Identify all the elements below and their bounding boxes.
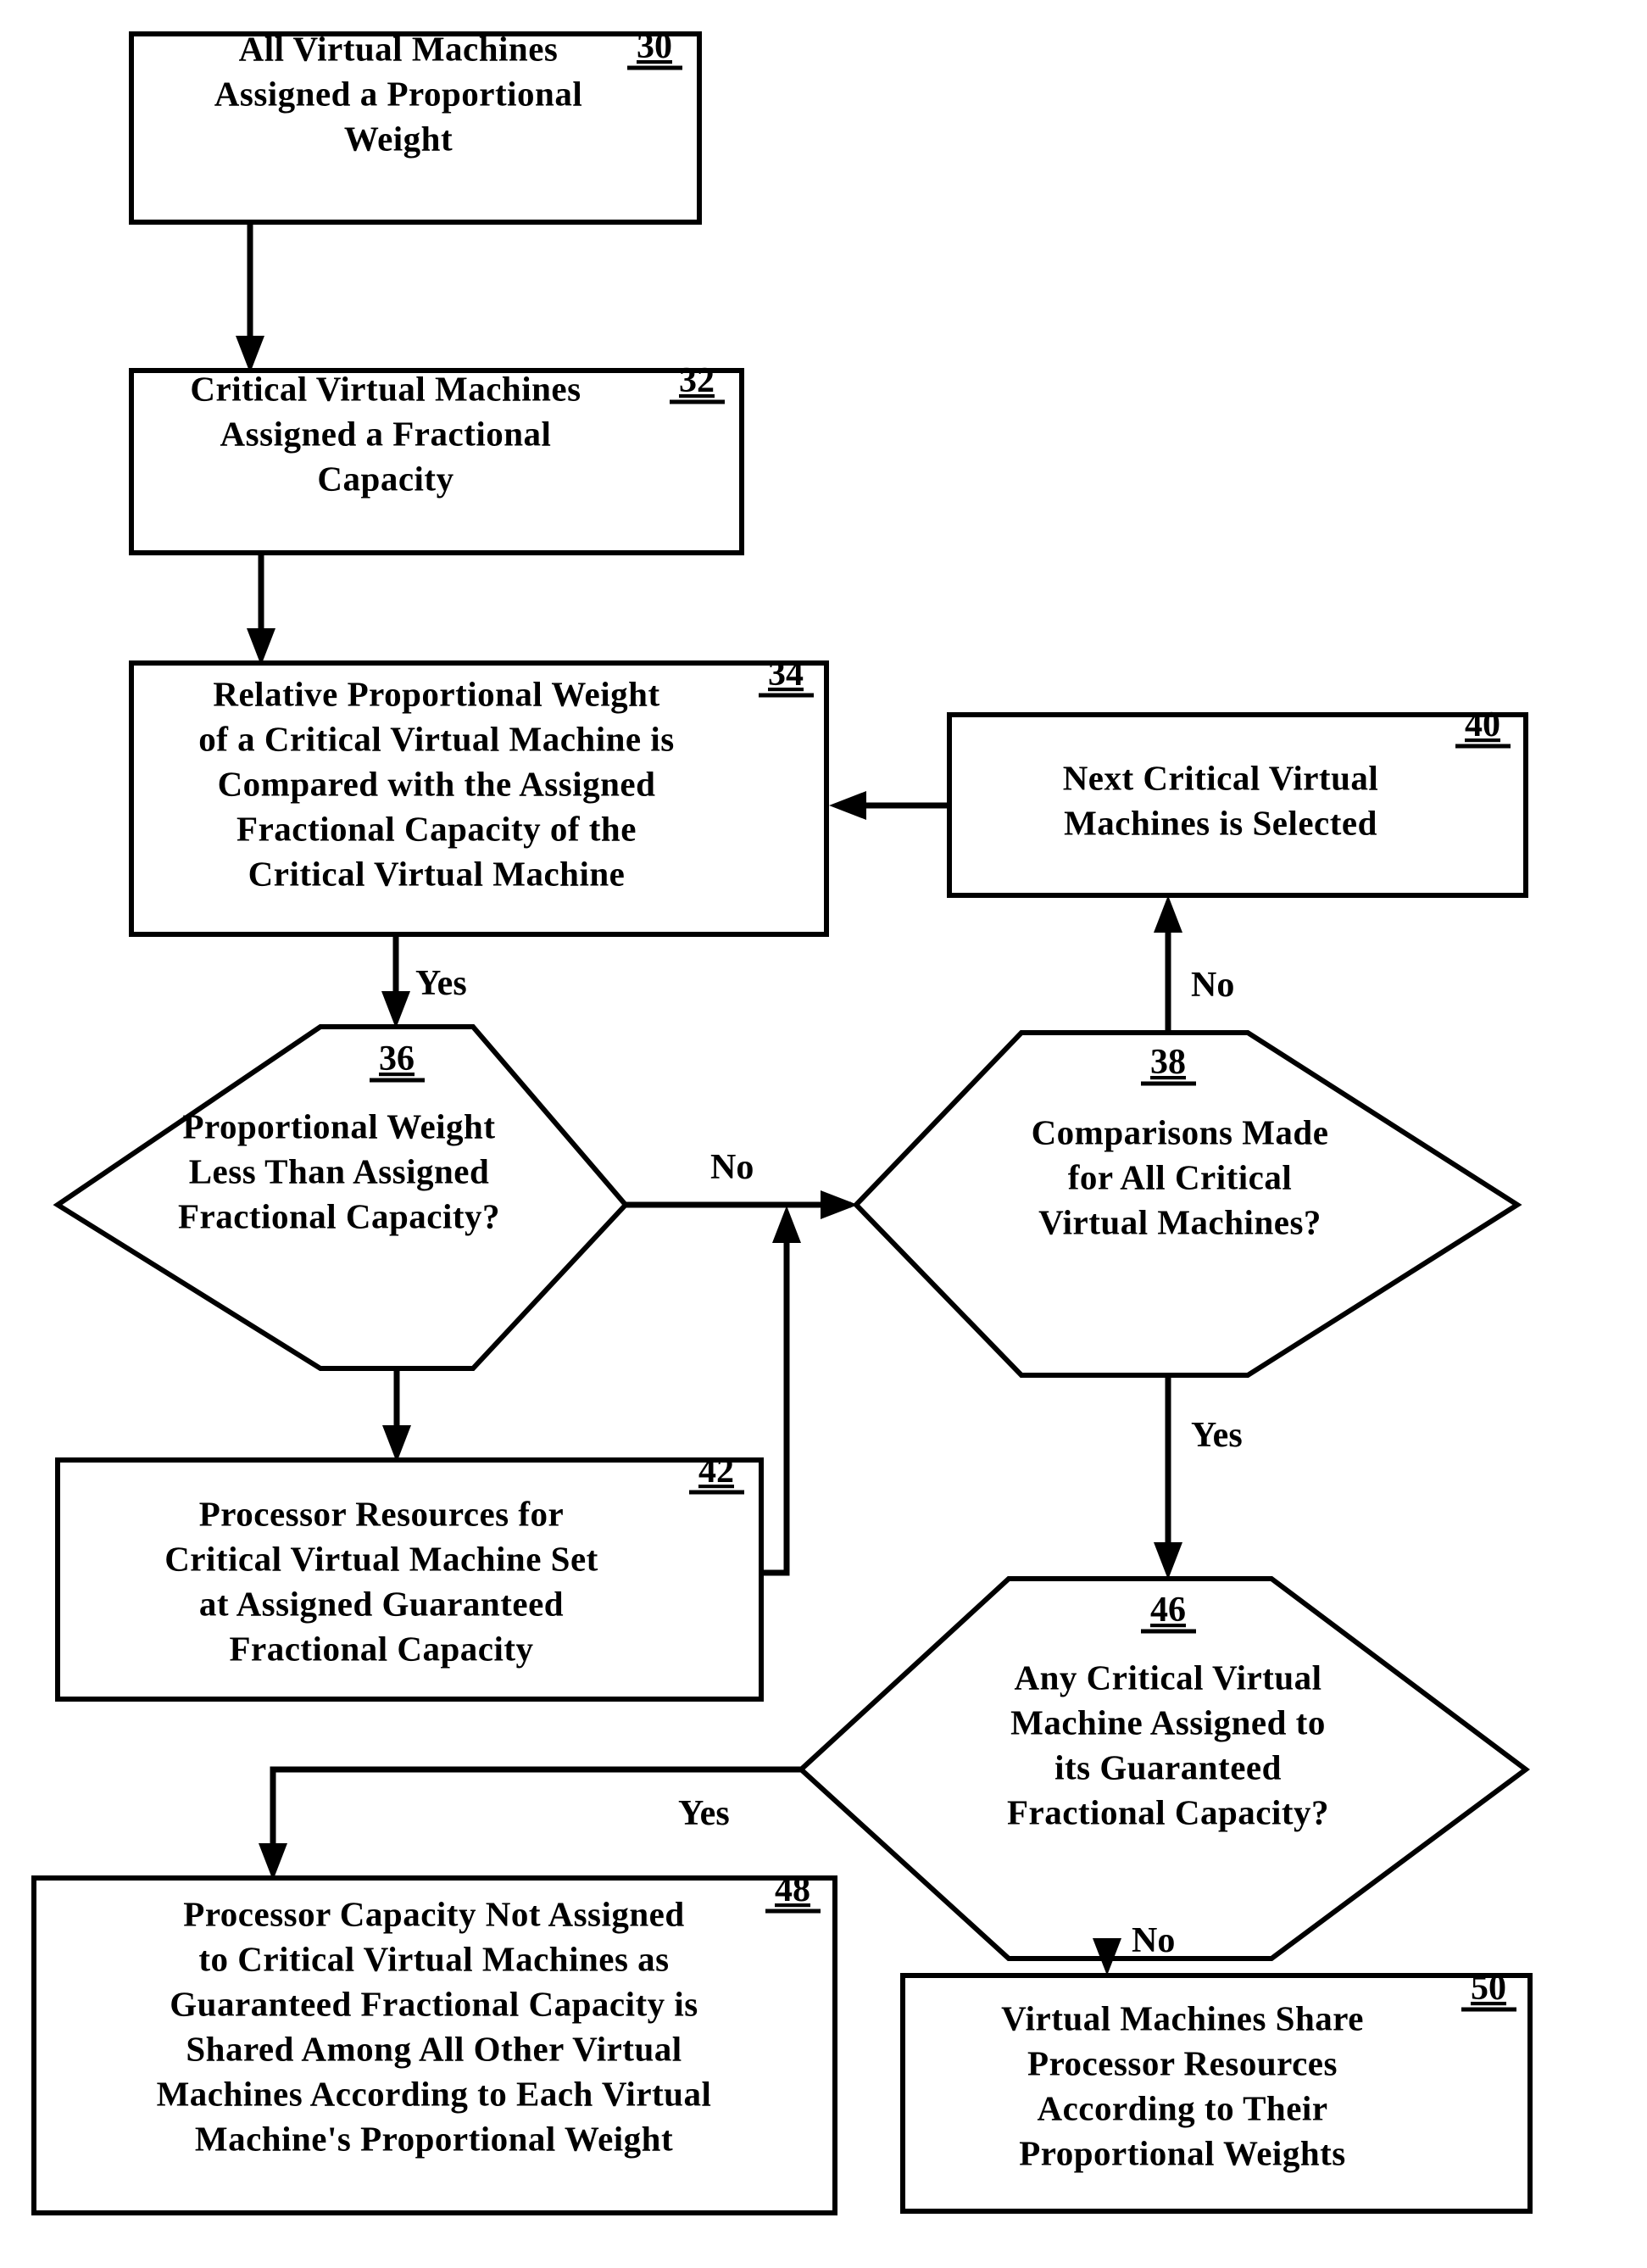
svg-text:Assigned a Fractional: Assigned a Fractional: [220, 414, 552, 453]
svg-text:for All Critical: for All Critical: [1068, 1157, 1293, 1196]
svg-text:40: 40: [1465, 705, 1500, 744]
svg-text:of a Critical Virtual Machine: of a Critical Virtual Machine is: [198, 719, 674, 758]
edge-label-no-36-38: No: [710, 1148, 754, 1187]
svg-text:to Critical Virtual Machines a: to Critical Virtual Machines as: [198, 1939, 669, 1978]
svg-text:Machines According to Each Vir: Machines According to Each Virtual: [157, 2074, 712, 2113]
svg-text:36: 36: [379, 1039, 415, 1078]
edge-34-36-arrowhead: [381, 991, 410, 1028]
flowchart-svg: Yes No No Yes Yes No 30 32 34 40 36 38 4…: [31, 27, 1533, 2215]
svg-text:Virtual Machines Share: Virtual Machines Share: [1001, 1998, 1364, 2037]
svg-text:its Guaranteed: its Guaranteed: [1054, 1747, 1282, 1786]
edge-36-38-arrowhead: [821, 1190, 858, 1219]
svg-text:Machine's Proportional Weight: Machine's Proportional Weight: [195, 2119, 673, 2158]
svg-text:30: 30: [637, 27, 672, 66]
svg-text:Processor Capacity Not Assigne: Processor Capacity Not Assigned: [183, 1894, 684, 1933]
node-34-label: Relative Proportional Weight of a Critic…: [198, 674, 674, 893]
svg-text:Virtual Machines?: Virtual Machines?: [1038, 1202, 1321, 1241]
svg-text:Processor Resources for: Processor Resources for: [199, 1494, 565, 1533]
svg-text:Fractional Capacity?: Fractional Capacity?: [1007, 1792, 1329, 1831]
edge-label-yes-38-46: Yes: [1191, 1416, 1243, 1455]
edge-36-42-arrowhead: [382, 1425, 411, 1463]
svg-text:Fractional Capacity of the: Fractional Capacity of the: [236, 809, 637, 848]
svg-text:38: 38: [1150, 1043, 1186, 1082]
svg-text:Less Than Assigned: Less Than Assigned: [189, 1151, 490, 1190]
edge-label-yes-46-48: Yes: [678, 1794, 730, 1833]
svg-text:Machine Assigned to: Machine Assigned to: [1010, 1702, 1326, 1741]
svg-text:Proportional Weights: Proportional Weights: [1019, 2133, 1346, 2172]
svg-text:Compared with the Assigned: Compared with the Assigned: [218, 764, 656, 803]
svg-text:Guaranteed Fractional Capacity: Guaranteed Fractional Capacity is: [170, 1984, 698, 2023]
svg-text:Critical Virtual Machine Set: Critical Virtual Machine Set: [164, 1539, 598, 1578]
node-36-label: Proportional Weight Less Than Assigned F…: [178, 1106, 500, 1235]
svg-text:48: 48: [775, 1870, 810, 1909]
svg-text:34: 34: [768, 655, 804, 694]
edge-42-38-arrowhead: [772, 1206, 801, 1243]
svg-text:Assigned a Proportional: Assigned a Proportional: [214, 74, 582, 113]
edge-label-yes-34-36: Yes: [415, 964, 467, 1003]
node-38-label: Comparisons Made for All Critical Virtua…: [1032, 1112, 1329, 1241]
svg-text:Next Critical Virtual: Next Critical Virtual: [1063, 758, 1379, 797]
svg-text:Any Critical Virtual: Any Critical Virtual: [1014, 1658, 1321, 1697]
svg-text:at Assigned Guaranteed: at Assigned Guaranteed: [199, 1584, 564, 1623]
svg-text:46: 46: [1150, 1591, 1186, 1630]
edge-38-40-arrowhead: [1154, 895, 1182, 933]
edge-32-34-arrowhead: [247, 628, 275, 666]
svg-text:Relative Proportional Weight: Relative Proportional Weight: [213, 674, 659, 713]
edge-40-34-arrowhead: [829, 791, 866, 820]
edge-42-38: [761, 1229, 790, 1576]
svg-text:Fractional Capacity?: Fractional Capacity?: [178, 1196, 500, 1235]
svg-text:According to Their: According to Their: [1037, 2088, 1327, 2127]
edge-30-32-arrowhead: [236, 336, 264, 373]
edge-label-no-38-40: No: [1191, 966, 1234, 1005]
svg-text:Critical Virtual Machines: Critical Virtual Machines: [190, 369, 581, 408]
edge-label-no-46-50: No: [1132, 1921, 1175, 1960]
svg-text:Comparisons Made: Comparisons Made: [1032, 1112, 1329, 1151]
svg-text:Machines is Selected: Machines is Selected: [1064, 803, 1377, 842]
svg-text:32: 32: [679, 361, 715, 400]
svg-text:50: 50: [1471, 1969, 1506, 2008]
svg-text:Processor Resources: Processor Resources: [1027, 2043, 1338, 2082]
svg-text:Critical Virtual Machine: Critical Virtual Machine: [248, 854, 626, 893]
svg-text:Weight: Weight: [344, 119, 453, 158]
svg-text:Fractional Capacity: Fractional Capacity: [229, 1629, 533, 1668]
figure-canvas: Yes No No Yes Yes No 30 32 34 40 36 38 4…: [0, 0, 1647, 2268]
svg-text:Proportional Weight: Proportional Weight: [182, 1106, 495, 1145]
svg-text:Shared Among All Other Virtual: Shared Among All Other Virtual: [186, 2029, 682, 2068]
svg-text:All Virtual Machines: All Virtual Machines: [239, 29, 559, 68]
edge-38-46-arrowhead: [1154, 1542, 1182, 1580]
edge-46-48-arrowhead: [259, 1843, 287, 1881]
svg-text:42: 42: [698, 1452, 734, 1491]
svg-text:Capacity: Capacity: [317, 459, 453, 498]
